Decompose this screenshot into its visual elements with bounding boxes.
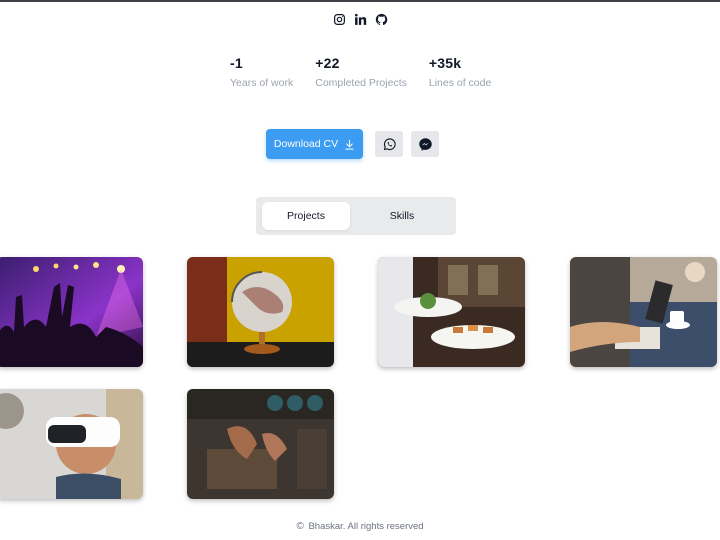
project-card-restaurant[interactable] — [378, 257, 525, 367]
tab-skills[interactable]: Skills — [358, 202, 446, 230]
github-icon — [375, 13, 387, 25]
stat-label: Years of work — [230, 77, 294, 89]
concert-crowd-image — [0, 257, 143, 367]
stat-value: +35k — [428, 55, 462, 71]
project-card-concert[interactable] — [0, 257, 143, 367]
instagram-link[interactable] — [332, 12, 346, 26]
download-cv-button[interactable]: Download CV — [266, 129, 363, 159]
instagram-icon — [333, 13, 345, 25]
tabs: Projects Skills — [256, 197, 456, 235]
hands-tools-image — [187, 389, 334, 499]
github-link[interactable] — [374, 12, 388, 26]
globe-image — [187, 257, 334, 367]
footer: © Bhaskar. All rights reserved — [0, 521, 720, 532]
stat-value: -1 — [230, 55, 243, 71]
project-card-laptop[interactable] — [570, 257, 717, 367]
download-arrow-icon — [345, 139, 354, 150]
messenger-icon — [418, 137, 432, 151]
whatsapp-button[interactable] — [375, 131, 403, 157]
cta-row: Download CV — [266, 129, 439, 159]
tab-projects[interactable]: Projects — [262, 202, 350, 230]
stat-value: +22 — [315, 55, 340, 71]
stats: -1 Years of work +22 Completed Projects … — [230, 55, 513, 89]
vr-headset-image — [0, 389, 143, 499]
stat-projects: +22 Completed Projects — [315, 55, 407, 89]
footer-text: Bhaskar. All rights reserved — [308, 521, 424, 532]
linkedin-icon — [354, 13, 366, 25]
linkedin-link[interactable] — [353, 12, 367, 26]
stat-years: -1 Years of work — [230, 55, 293, 89]
stat-label: Completed Projects — [315, 77, 407, 89]
whatsapp-icon — [383, 137, 396, 150]
laptop-coffee-image — [570, 257, 717, 367]
project-card-globe[interactable] — [187, 257, 334, 367]
stat-label: Lines of code — [428, 77, 492, 89]
restaurant-image — [378, 257, 525, 367]
project-card-vr[interactable] — [0, 389, 143, 499]
stat-lines: +35k Lines of code — [429, 55, 491, 89]
project-card-workbench[interactable] — [187, 389, 334, 499]
messenger-button[interactable] — [411, 131, 439, 157]
download-cv-label: Download CV — [273, 138, 339, 150]
copyright-symbol: © — [296, 521, 304, 532]
social-links — [0, 12, 720, 26]
top-border — [0, 0, 720, 2]
